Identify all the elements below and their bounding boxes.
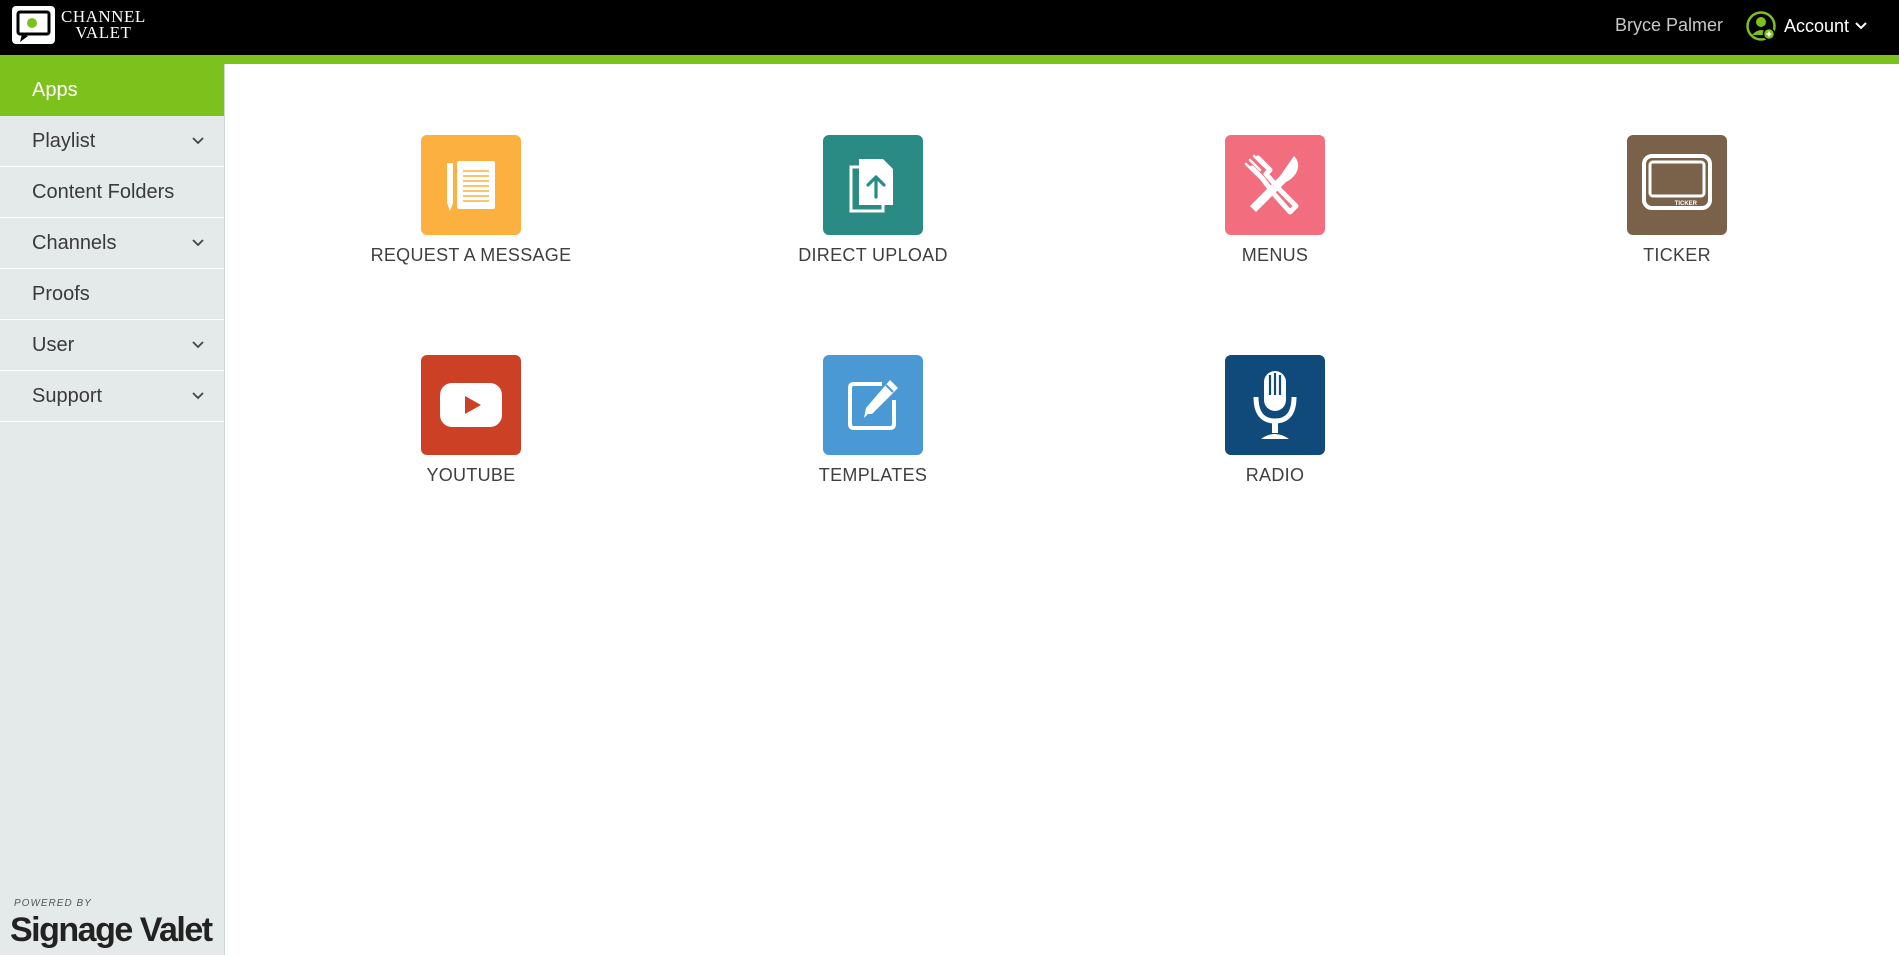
app-ticker[interactable]: TICKER TICKER <box>1547 135 1807 266</box>
microphone-icon <box>1225 355 1325 455</box>
sidebar-item-playlist[interactable]: Playlist <box>0 116 224 167</box>
logo-line2: VALET <box>75 23 132 42</box>
upload-document-icon <box>823 135 923 235</box>
sidebar-item-label: Playlist <box>32 129 96 152</box>
sidebar-item-apps[interactable]: Apps <box>0 64 224 116</box>
app-label: MENUS <box>1241 245 1309 265</box>
app-youtube[interactable]: YOUTUBE <box>341 355 601 486</box>
chevron-down-icon <box>1855 22 1867 30</box>
user-avatar-icon <box>1746 11 1776 41</box>
sidebar-item-label: Support <box>32 384 103 407</box>
app-request-a-message[interactable]: REQUEST A MESSAGE <box>341 135 601 266</box>
app-label: DIRECT UPLOAD <box>798 245 948 265</box>
signage-valet-logo[interactable]: Signage Valet <box>10 911 213 950</box>
top-bar: CHANNEL VALET Bryce Palmer Account <box>0 0 1899 55</box>
ticker-screen-icon: TICKER <box>1627 135 1727 235</box>
app-label: TEMPLATES <box>818 465 928 485</box>
sidebar: Apps Playlist Content Folders Channels P… <box>0 64 225 955</box>
sidebar-item-user[interactable]: User <box>0 320 224 371</box>
app-label: YOUTUBE <box>426 465 516 485</box>
chevron-down-icon <box>192 341 204 349</box>
ticker-tag: TICKER <box>1675 201 1698 207</box>
sidebar-item-proofs[interactable]: Proofs <box>0 269 224 320</box>
notepad-pencil-icon <box>421 135 521 235</box>
fork-knife-icon <box>1225 135 1325 235</box>
chevron-down-icon <box>192 137 204 145</box>
app-templates[interactable]: TEMPLATES <box>743 355 1003 486</box>
chevron-down-icon <box>192 239 204 247</box>
sidebar-item-label: Content Folders <box>32 180 175 203</box>
powered-by-label: POWERED BY <box>14 898 92 909</box>
logo-text: CHANNEL VALET <box>61 8 146 42</box>
sidebar-item-channels[interactable]: Channels <box>0 218 224 269</box>
logo-tv-icon <box>12 6 55 44</box>
account-label: Account <box>1784 15 1850 36</box>
sidebar-item-label: User <box>32 333 75 356</box>
youtube-play-icon <box>421 355 521 455</box>
header-accent-bar <box>0 55 1899 64</box>
sidebar-item-content-folders[interactable]: Content Folders <box>0 167 224 218</box>
sidebar-item-support[interactable]: Support <box>0 371 224 422</box>
sidebar-item-label: Apps <box>32 78 78 101</box>
edit-pencil-icon <box>823 355 923 455</box>
app-label: RADIO <box>1245 465 1305 485</box>
user-name: Bryce Palmer <box>1615 15 1724 35</box>
chevron-down-icon <box>192 392 204 400</box>
channel-valet-logo[interactable]: CHANNEL VALET <box>12 6 146 44</box>
sidebar-item-label: Proofs <box>32 282 90 305</box>
app-label: REQUEST A MESSAGE <box>370 245 572 265</box>
account-menu[interactable]: Account <box>1746 11 1875 41</box>
app-menus[interactable]: MENUS <box>1145 135 1405 266</box>
app-direct-upload[interactable]: DIRECT UPLOAD <box>743 135 1003 266</box>
sidebar-item-label: Channels <box>32 231 117 254</box>
app-radio[interactable]: RADIO <box>1145 355 1405 486</box>
app-label: TICKER <box>1643 245 1711 265</box>
